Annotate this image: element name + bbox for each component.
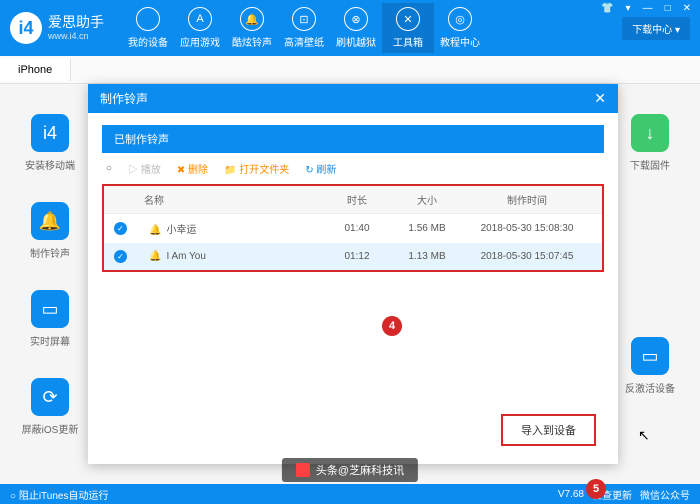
window-controls: 👕 ▾ — □ ✕ bbox=[598, 2, 694, 15]
open-folder-button[interactable]: 📁 打开文件夹 bbox=[224, 161, 289, 176]
app-url: www.i4.cn bbox=[48, 31, 104, 41]
sidebar-left: i4安装移动端 🔔制作铃声 ▭实时屏幕 ⟳屏蔽iOS更新 bbox=[20, 114, 80, 466]
callout-badge-4: 4 bbox=[382, 316, 402, 336]
nav-wallpapers[interactable]: ⊡高清壁纸 bbox=[278, 3, 330, 53]
modal-subtitle: 已制作铃声 bbox=[102, 125, 604, 153]
cursor-icon: ↖ bbox=[638, 427, 650, 444]
delete-button[interactable]: ✖ 删除 bbox=[177, 161, 208, 176]
minimize-icon[interactable]: — bbox=[640, 2, 656, 15]
check-icon[interactable]: ✓ bbox=[114, 222, 127, 235]
table-row[interactable]: ✓ 🔔小幸运 01:40 1.56 MB 2018-05-30 15:08:30 bbox=[104, 214, 602, 243]
device-icon: ▭ bbox=[631, 337, 669, 375]
watermark-logo-icon bbox=[296, 463, 310, 477]
play-button[interactable]: ▷ 播放 bbox=[128, 161, 161, 176]
nav-apps[interactable]: A应用游戏 bbox=[174, 3, 226, 53]
ringtone-table: 名称 时长 大小 制作时间 ✓ 🔔小幸运 01:40 1.56 MB 2018-… bbox=[102, 184, 604, 272]
table-row[interactable]: ✓ 🔔I Am You 01:12 1.13 MB 2018-05-30 15:… bbox=[104, 243, 602, 270]
block-icon: ⟳ bbox=[31, 378, 69, 416]
check-icon[interactable]: ✓ bbox=[114, 250, 127, 263]
nav-ringtones[interactable]: 🔔酷炫铃声 bbox=[226, 3, 278, 53]
apple-icon bbox=[136, 7, 160, 31]
col-duration[interactable]: 时长 bbox=[322, 192, 392, 207]
app-name: 爱思助手 bbox=[48, 15, 104, 30]
bell-icon: 🔔 bbox=[31, 202, 69, 240]
nav-my-device[interactable]: 我的设备 bbox=[122, 3, 174, 53]
side-install[interactable]: i4安装移动端 bbox=[20, 114, 80, 172]
device-tabs: iPhone bbox=[0, 56, 700, 84]
box-icon: ⊗ bbox=[344, 7, 368, 31]
table-header: 名称 时长 大小 制作时间 bbox=[104, 186, 602, 214]
block-itunes-toggle[interactable]: ○ 阻止iTunes自动运行 bbox=[10, 487, 108, 502]
sidebar-right: ↓下载固件 ▭反激活设备 bbox=[620, 114, 680, 425]
install-icon: i4 bbox=[31, 114, 69, 152]
maximize-icon[interactable]: □ bbox=[662, 2, 674, 15]
ringtone-modal: 制作铃声 ✕ 已制作铃声 ○ ▷ 播放 ✖ 删除 📁 打开文件夹 ↻ 刷新 名称… bbox=[88, 84, 618, 464]
download-center-button[interactable]: 下载中心 ▾ bbox=[622, 17, 690, 40]
image-icon: ⊡ bbox=[292, 7, 316, 31]
col-time[interactable]: 制作时间 bbox=[462, 192, 592, 207]
wechat-button[interactable]: 微信公众号 bbox=[640, 487, 690, 502]
screen-icon: ▭ bbox=[31, 290, 69, 328]
apps-icon: A bbox=[188, 7, 212, 31]
col-size[interactable]: 大小 bbox=[392, 192, 462, 207]
bell-icon: 🔔 bbox=[240, 7, 264, 31]
nav-toolbox[interactable]: ✕工具箱 bbox=[382, 3, 434, 53]
logo[interactable]: i4 爱思助手 www.i4.cn bbox=[10, 12, 104, 44]
main-nav: 我的设备 A应用游戏 🔔酷炫铃声 ⊡高清壁纸 ⊗刷机越狱 ✕工具箱 ◎教程中心 bbox=[122, 3, 486, 53]
toolbar: ○ ▷ 播放 ✖ 删除 📁 打开文件夹 ↻ 刷新 bbox=[88, 153, 618, 184]
nav-jailbreak[interactable]: ⊗刷机越狱 bbox=[330, 3, 382, 53]
tools-icon: ✕ bbox=[396, 7, 420, 31]
version-label: V7.68 bbox=[558, 489, 584, 500]
side-screen[interactable]: ▭实时屏幕 bbox=[20, 290, 80, 348]
col-name[interactable]: 名称 bbox=[144, 192, 322, 207]
help-icon: ◎ bbox=[448, 7, 472, 31]
download-icon: ↓ bbox=[631, 114, 669, 152]
bell-icon: 🔔 bbox=[149, 251, 161, 262]
callout-badge-5: 5 bbox=[586, 479, 606, 499]
watermark: 头条@芝麻科技讯 bbox=[282, 458, 418, 482]
nav-tutorials[interactable]: ◎教程中心 bbox=[434, 3, 486, 53]
tab-iphone[interactable]: iPhone bbox=[0, 59, 71, 81]
side-deactivate[interactable]: ▭反激活设备 bbox=[620, 337, 680, 395]
side-block-update[interactable]: ⟳屏蔽iOS更新 bbox=[20, 378, 80, 436]
close-icon[interactable]: ✕ bbox=[680, 2, 694, 15]
logo-icon: i4 bbox=[10, 12, 42, 44]
menu-icon[interactable]: ▾ bbox=[623, 2, 634, 15]
refresh-button[interactable]: ↻ 刷新 bbox=[305, 161, 336, 176]
side-firmware[interactable]: ↓下载固件 bbox=[620, 114, 680, 172]
select-all-radio[interactable]: ○ bbox=[106, 163, 112, 174]
import-to-device-button[interactable]: 导入到设备 bbox=[501, 414, 596, 446]
modal-close-icon[interactable]: ✕ bbox=[594, 90, 606, 107]
skin-icon[interactable]: 👕 bbox=[598, 2, 616, 15]
bell-icon: 🔔 bbox=[149, 225, 161, 236]
side-ringtone[interactable]: 🔔制作铃声 bbox=[20, 202, 80, 260]
modal-title-text: 制作铃声 bbox=[100, 90, 148, 107]
app-header: 👕 ▾ — □ ✕ i4 爱思助手 www.i4.cn 我的设备 A应用游戏 🔔… bbox=[0, 0, 700, 56]
modal-titlebar: 制作铃声 ✕ bbox=[88, 84, 618, 113]
main-area: i4安装移动端 🔔制作铃声 ▭实时屏幕 ⟳屏蔽iOS更新 ↓下载固件 ▭反激活设… bbox=[0, 84, 700, 488]
